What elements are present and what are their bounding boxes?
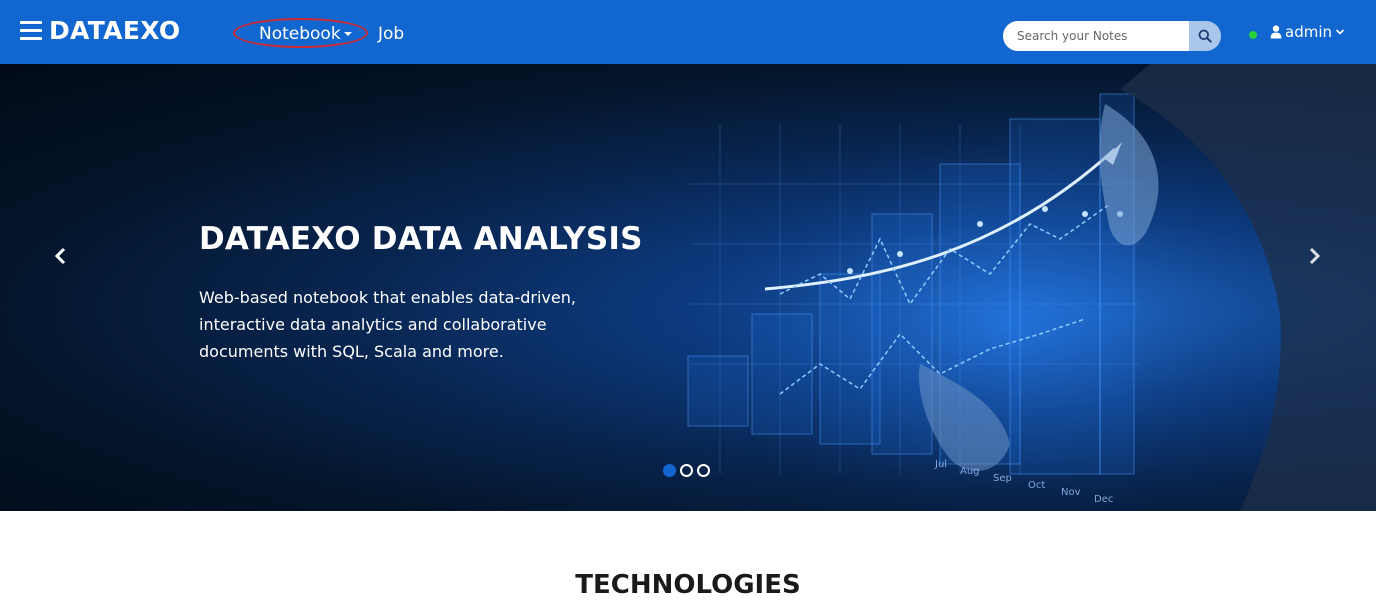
chevron-down-icon <box>1335 29 1345 35</box>
hero-carousel: Jul Aug Sep Oct Nov Dec DATAEXO DATA ANA… <box>0 64 1376 511</box>
carousel-indicator-3[interactable] <box>697 464 710 477</box>
brand-logo[interactable]: DATAEXO <box>49 14 180 48</box>
carousel-indicators <box>663 464 710 477</box>
search-icon <box>1198 29 1212 43</box>
carousel-next-button[interactable] <box>1302 241 1326 271</box>
chart-month-label: Jul <box>934 459 947 470</box>
section-title: TECHNOLOGIES <box>575 570 801 600</box>
carousel-indicator-2[interactable] <box>680 464 693 477</box>
carousel-indicator-1[interactable] <box>663 464 676 477</box>
hero-title: DATAEXO DATA ANALYSIS <box>199 221 643 257</box>
online-status-dot <box>1249 31 1257 39</box>
carousel-prev-button[interactable] <box>49 241 73 271</box>
top-navbar: DATAEXO Notebook Job admin <box>0 0 1376 64</box>
caret-down-icon[interactable] <box>344 32 352 36</box>
nav-notebook-dropdown[interactable]: Notebook <box>259 23 341 45</box>
hero-description: Web-based notebook that enables data-dri… <box>199 288 576 361</box>
chart-month-label: Dec <box>1094 494 1113 505</box>
chevron-left-icon <box>54 247 66 265</box>
user-menu[interactable]: admin <box>1270 22 1345 42</box>
menu-icon[interactable] <box>20 21 42 41</box>
chevron-right-icon <box>1309 247 1321 265</box>
nav-job-link[interactable]: Job <box>378 23 404 45</box>
search-input[interactable] <box>1003 21 1189 51</box>
chart-month-label: Aug <box>960 466 980 477</box>
chart-month-label: Oct <box>1028 480 1045 491</box>
user-name: admin <box>1285 23 1332 41</box>
chart-month-label: Nov <box>1061 487 1081 498</box>
search-button[interactable] <box>1189 21 1221 51</box>
chart-month-label: Sep <box>993 473 1012 484</box>
user-icon <box>1270 25 1282 39</box>
search-bar <box>1003 21 1221 51</box>
